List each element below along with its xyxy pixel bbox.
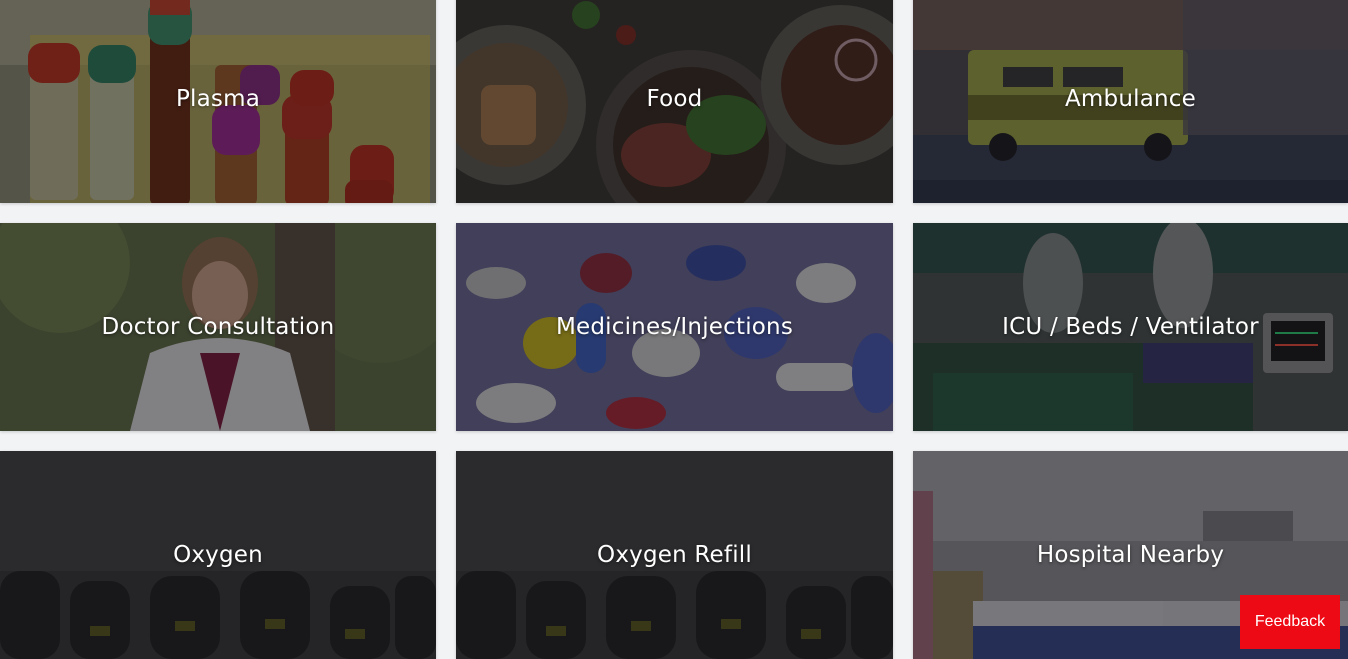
service-card-ambulance[interactable]: Ambulance [913,0,1348,203]
service-card-medicines-injections[interactable]: Medicines/Injections [456,223,893,431]
services-grid: Plasma Food Ambulance Doctor Consultatio… [0,0,1348,659]
service-card-icu-beds-ventilator[interactable]: ICU / Beds / Ventilator [913,223,1348,431]
service-label: ICU / Beds / Ventilator [1002,314,1259,340]
service-label: Food [646,86,703,112]
service-card-oxygen-refill[interactable]: Oxygen Refill [456,451,893,659]
service-label: Oxygen Refill [597,542,752,568]
service-card-food[interactable]: Food [456,0,893,203]
service-label: Ambulance [1065,86,1196,112]
service-card-doctor-consultation[interactable]: Doctor Consultation [0,223,436,431]
service-label: Hospital Nearby [1036,542,1225,568]
feedback-button[interactable]: Feedback [1240,595,1340,649]
service-label: Medicines/Injections [555,314,794,340]
service-label: Oxygen [173,542,263,568]
service-card-plasma[interactable]: Plasma [0,0,436,203]
service-label: Doctor Consultation [101,314,335,340]
service-label: Plasma [175,86,261,112]
service-card-oxygen[interactable]: Oxygen [0,451,436,659]
